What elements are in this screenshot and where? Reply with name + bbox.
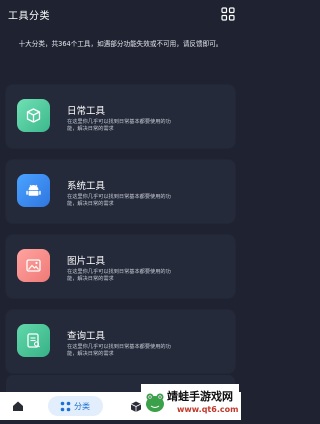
watermark-title: 靖蛙手游戏网 xyxy=(167,390,233,403)
watermark: 靖蛙手游戏网 www.qt6.com xyxy=(141,384,239,420)
tab-category-label: 分类 xyxy=(74,402,90,411)
category-icon xyxy=(60,401,71,412)
tab-home[interactable] xyxy=(8,392,28,420)
card-description: 在这里你几乎可以找到日常基本都要使用的功能，解决日常的需求 xyxy=(67,344,171,357)
category-card-system-tools[interactable]: 系统工具 在这里你几乎可以找到日常基本都要使用的功能，解决日常的需求 xyxy=(6,160,235,223)
home-icon xyxy=(13,401,23,411)
card-title: 系统工具 xyxy=(67,181,106,192)
box-icon xyxy=(17,99,50,132)
category-card-daily-tools[interactable]: 日常工具 在这里你几乎可以找到日常基本都要使用的功能，解决日常的需求 xyxy=(6,85,235,148)
grid-icon[interactable] xyxy=(221,6,235,21)
card-title: 查询工具 xyxy=(67,331,106,342)
card-title: 日常工具 xyxy=(67,106,106,117)
top-bar: 工具分类 xyxy=(0,0,241,28)
android-icon xyxy=(17,174,50,207)
image-icon xyxy=(17,249,50,282)
card-description: 在这里你几乎可以找到日常基本都要使用的功能，解决日常的需求 xyxy=(67,269,171,282)
tab-category[interactable]: 分类 xyxy=(48,396,103,416)
card-description: 在这里你几乎可以找到日常基本都要使用的功能，解决日常的需求 xyxy=(67,119,171,132)
card-title: 图片工具 xyxy=(67,256,106,267)
frog-logo-icon xyxy=(146,393,164,412)
category-summary: 十大分类，共364个工具，如遇部分功能失效或不可用，请反馈即可。 xyxy=(18,40,223,48)
page-title: 工具分类 xyxy=(8,11,50,22)
category-card-query-tools[interactable]: 查询工具 在这里你几乎可以找到日常基本都要使用的功能，解决日常的需求 xyxy=(6,310,235,373)
document-icon xyxy=(17,324,50,357)
watermark-url: www.qt6.com xyxy=(177,405,239,414)
category-card-image-tools[interactable]: 图片工具 在这里你几乎可以找到日常基本都要使用的功能，解决日常的需求 xyxy=(6,235,235,298)
card-description: 在这里你几乎可以找到日常基本都要使用的功能，解决日常的需求 xyxy=(67,194,171,207)
